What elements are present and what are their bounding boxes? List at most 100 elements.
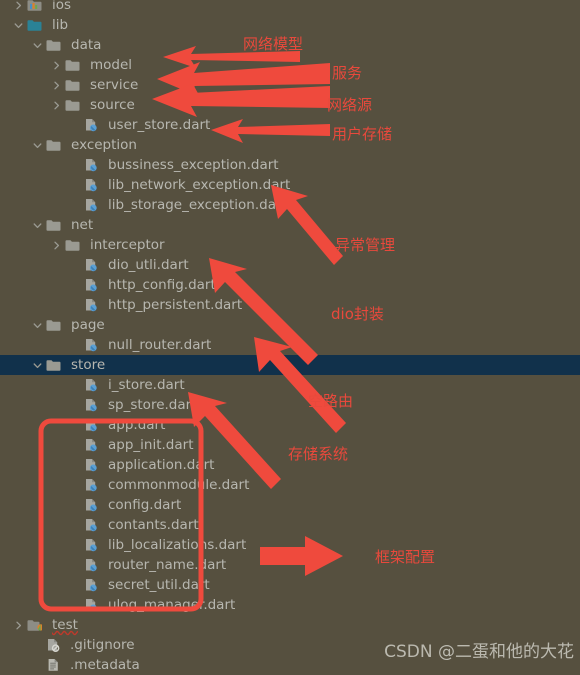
- dart-file-icon: [84, 118, 103, 132]
- ios-folder-icon: [27, 0, 47, 12]
- folder-icon: [46, 139, 66, 152]
- tree-folder-test[interactable]: test: [0, 615, 580, 635]
- dart-file-icon: [84, 478, 103, 492]
- tree-item-label: bussiness_exception.dart: [108, 157, 279, 173]
- dart-file-icon: [84, 558, 103, 572]
- tree-item-label: ulog_manager.dart: [108, 597, 236, 613]
- chevron-down-icon[interactable]: [32, 220, 43, 231]
- tree-item-label: data: [71, 37, 102, 53]
- dart-file-icon: [84, 398, 103, 412]
- annotation-label: dio封装: [331, 305, 384, 323]
- tree-item-label: ios: [52, 0, 72, 13]
- tree-item-label: .gitignore: [70, 637, 135, 653]
- tree-item-label: app.dart: [108, 417, 166, 433]
- chevron-down-icon[interactable]: [32, 320, 43, 331]
- tree-item-label: user_store.dart: [108, 117, 211, 133]
- chevron-down-icon[interactable]: [32, 40, 43, 51]
- annotation-label: 网络模型: [243, 35, 304, 53]
- tree-item-label: source: [90, 97, 135, 113]
- tree-item-label: commonmodule.dart: [108, 477, 250, 493]
- dart-file-icon: [84, 538, 103, 552]
- dart-file-icon: [84, 198, 103, 212]
- annotation-label: 服务: [332, 64, 363, 82]
- tree-file-user-store-dart[interactable]: user_store.dart: [0, 115, 580, 135]
- tree-item-label: sp_store.dart: [108, 397, 197, 413]
- chevron-right-icon[interactable]: [51, 80, 62, 91]
- tree-item-label: service: [90, 77, 139, 93]
- tree-file-secret-util-dart[interactable]: secret_util.dart: [0, 575, 580, 595]
- tree-file-config-dart[interactable]: config.dart: [0, 495, 580, 515]
- tree-folder-net[interactable]: net: [0, 215, 580, 235]
- tree-item-label: lib_network_exception.dart: [108, 177, 291, 193]
- tree-folder-model[interactable]: model: [0, 55, 580, 75]
- tree-folder-service[interactable]: service: [0, 75, 580, 95]
- tree-item-label: lib_localizations.dart: [108, 537, 247, 553]
- tree-file-lib-storage-exception-dart[interactable]: lib_storage_exception.dart: [0, 195, 580, 215]
- tree-folder-source[interactable]: source: [0, 95, 580, 115]
- dart-file-icon: [84, 418, 103, 432]
- tree-folder-store[interactable]: store: [0, 355, 580, 375]
- tree-folder-page[interactable]: page: [0, 315, 580, 335]
- tree-file-contants-dart[interactable]: contants.dart: [0, 515, 580, 535]
- tree-item-label: application.dart: [108, 457, 215, 473]
- gitignore-file-icon: [46, 638, 65, 652]
- folder-icon: [46, 39, 66, 52]
- folder-icon: [46, 319, 66, 332]
- folder-icon: [65, 59, 85, 72]
- lib-folder-icon: [27, 19, 47, 32]
- chevron-right-icon[interactable]: [13, 620, 24, 631]
- chevron-right-icon[interactable]: [51, 240, 62, 251]
- chevron-right-icon[interactable]: [51, 100, 62, 111]
- tree-folder-ios[interactable]: ios: [0, 0, 580, 15]
- tree-file-http-persistent-dart[interactable]: http_persistent.dart: [0, 295, 580, 315]
- chevron-right-icon[interactable]: [51, 60, 62, 71]
- dart-file-icon: [84, 578, 103, 592]
- dart-file-icon: [84, 258, 103, 272]
- folder-icon: [65, 99, 85, 112]
- tree-folder-lib[interactable]: lib: [0, 15, 580, 35]
- dart-file-icon: [84, 518, 103, 532]
- folder-icon: [46, 359, 66, 372]
- annotation-label: 异常管理: [335, 236, 396, 254]
- tree-item-label: interceptor: [90, 237, 165, 253]
- test-folder-icon: [27, 619, 47, 632]
- annotation-label: 存储系统: [288, 445, 349, 463]
- tree-item-label: null_router.dart: [108, 337, 212, 353]
- tree-file-app-dart[interactable]: app.dart: [0, 415, 580, 435]
- tree-file-http-config-dart[interactable]: http_config.dart: [0, 275, 580, 295]
- annotation-label: 用户存储: [332, 125, 393, 143]
- tree-file-router-name-dart[interactable]: router_name.dart: [0, 555, 580, 575]
- tree-item-label: router_name.dart: [108, 557, 227, 573]
- tree-file-bussiness-exception-dart[interactable]: bussiness_exception.dart: [0, 155, 580, 175]
- chevron-down-icon[interactable]: [32, 140, 43, 151]
- tree-item-label: test: [52, 617, 78, 633]
- dart-file-icon: [84, 378, 103, 392]
- tree-item-label: store: [71, 357, 106, 373]
- tree-item-label: contants.dart: [108, 517, 199, 533]
- project-file-tree[interactable]: ios lib data model service source user_store.d…: [0, 0, 580, 673]
- tree-file-ulog-manager-dart[interactable]: ulog_manager.dart: [0, 595, 580, 615]
- annotation-label: 空路由: [308, 392, 354, 410]
- tree-item-label: net: [71, 217, 94, 233]
- tree-file-i-store-dart[interactable]: i_store.dart: [0, 375, 580, 395]
- chevron-down-icon[interactable]: [13, 20, 24, 31]
- tree-file-sp-store-dart[interactable]: sp_store.dart: [0, 395, 580, 415]
- tree-item-label: app_init.dart: [108, 437, 194, 453]
- chevron-down-icon[interactable]: [32, 360, 43, 371]
- dart-file-icon: [84, 178, 103, 192]
- tree-file-null-router-dart[interactable]: null_router.dart: [0, 335, 580, 355]
- tree-folder-interceptor[interactable]: interceptor: [0, 235, 580, 255]
- tree-file-commonmodule-dart[interactable]: commonmodule.dart: [0, 475, 580, 495]
- text-file-icon: [46, 658, 65, 672]
- tree-file-lib-localizations-dart[interactable]: lib_localizations.dart: [0, 535, 580, 555]
- tree-item-label: lib: [52, 17, 69, 33]
- tree-file-lib-network-exception-dart[interactable]: lib_network_exception.dart: [0, 175, 580, 195]
- dart-file-icon: [84, 458, 103, 472]
- chevron-right-icon[interactable]: [13, 0, 24, 11]
- tree-item-label: page: [71, 317, 105, 333]
- tree-file-dio-utli-dart[interactable]: dio_utli.dart: [0, 255, 580, 275]
- tree-folder-exception[interactable]: exception: [0, 135, 580, 155]
- dart-file-icon: [84, 598, 103, 612]
- dart-file-icon: [84, 158, 103, 172]
- tree-item-label: http_persistent.dart: [108, 297, 243, 313]
